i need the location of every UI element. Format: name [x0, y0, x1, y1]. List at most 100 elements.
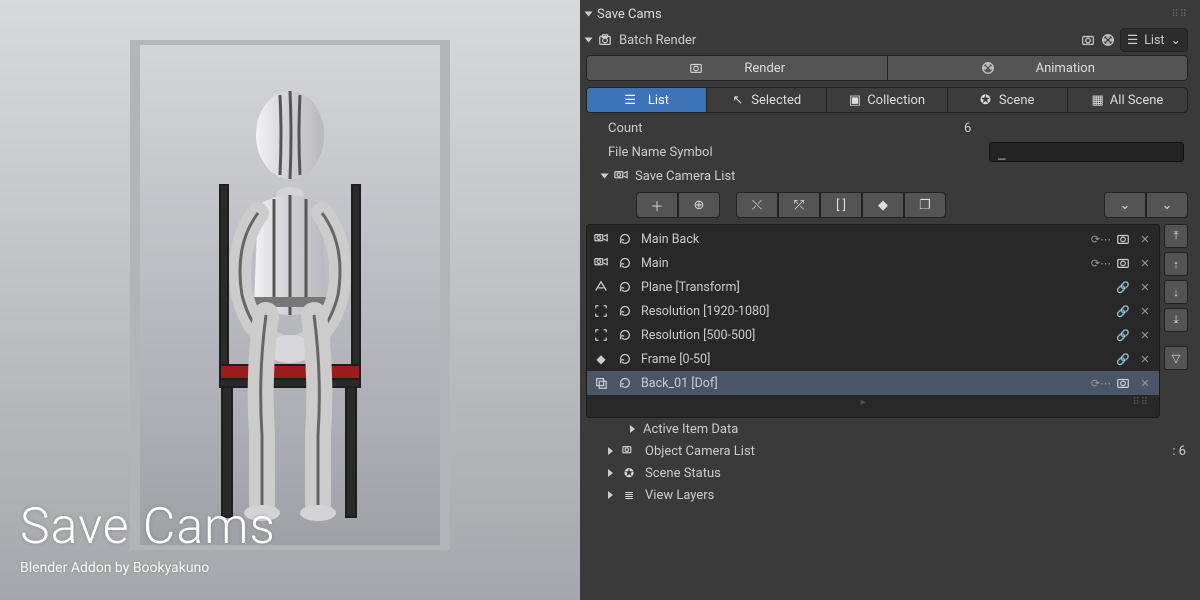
- panel-title: Save Cams: [597, 7, 662, 22]
- disclosure-icon[interactable]: [601, 174, 609, 179]
- active-item-data-section[interactable]: Active Item Data: [580, 418, 1194, 440]
- layers-icon: ≣: [621, 487, 637, 503]
- copy-icon: ❐: [919, 198, 931, 213]
- item-name: Main: [641, 256, 1085, 271]
- scope-selected[interactable]: ↖Selected: [706, 87, 826, 113]
- save-camera-list-label: Save Camera List: [635, 169, 735, 184]
- save-camera-list-header[interactable]: Save Camera List: [580, 164, 1194, 188]
- disclosure-icon[interactable]: [630, 425, 635, 433]
- refresh-icon[interactable]: [617, 303, 633, 319]
- scene-icon: ✪: [621, 465, 637, 481]
- refresh-icon[interactable]: [617, 255, 633, 271]
- grid-icon: ▦: [1092, 93, 1104, 108]
- remove-icon[interactable]: ✕: [1137, 303, 1153, 319]
- link-icon[interactable]: 🔗: [1115, 303, 1131, 319]
- refresh-icon[interactable]: [617, 375, 633, 391]
- axis-icon: ⤱: [794, 198, 804, 213]
- list-item[interactable]: Back_01 [Dof]⟳⋯✕: [587, 371, 1159, 395]
- list-item[interactable]: ◆Frame [0-50]🔗✕: [587, 347, 1159, 371]
- refresh-icon[interactable]: [617, 279, 633, 295]
- chevron-down-icon: ⌄: [1120, 198, 1131, 213]
- shuffle-icon: ⤬: [752, 198, 762, 213]
- render-tab[interactable]: Render: [586, 55, 887, 81]
- disclosure-icon[interactable]: [608, 469, 613, 477]
- list-item[interactable]: Resolution [500-500]🔗✕: [587, 323, 1159, 347]
- move-up-button[interactable]: ↑: [1164, 252, 1188, 276]
- transform-button[interactable]: ⤱: [778, 192, 820, 218]
- keyframe-button[interactable]: ◆: [862, 192, 904, 218]
- plus-icon: ＋: [650, 196, 663, 215]
- scope-list[interactable]: ☰List: [586, 87, 706, 113]
- remove-icon[interactable]: ✕: [1137, 375, 1153, 391]
- refresh-icon[interactable]: [617, 327, 633, 343]
- copy-button[interactable]: ❐: [904, 192, 946, 218]
- item-name: Resolution [1920-1080]: [641, 304, 1107, 319]
- product-subtitle: Blender Addon by Bookyakuno: [20, 560, 276, 576]
- remove-icon[interactable]: ✕: [1137, 231, 1153, 247]
- disclosure-icon[interactable]: [608, 447, 613, 455]
- view-mode-select[interactable]: ☰ List ⌄: [1120, 28, 1188, 52]
- link-icon[interactable]: 🔗: [1115, 327, 1131, 343]
- item-name: Main Back: [641, 232, 1085, 247]
- frame-button[interactable]: [ ]: [820, 192, 862, 218]
- add-button[interactable]: ＋: [636, 192, 678, 218]
- remove-icon[interactable]: ✕: [1137, 351, 1153, 367]
- film-reel-icon: [980, 60, 996, 76]
- object-camera-list-label: Object Camera List: [645, 444, 755, 459]
- drag-grip-icon[interactable]: ⠿⠿: [1171, 9, 1188, 20]
- view-layers-label: View Layers: [645, 488, 714, 503]
- type-icon: [593, 375, 609, 391]
- type-icon: [593, 303, 609, 319]
- camera-icon: [688, 60, 704, 76]
- move-down-button[interactable]: ↓: [1164, 280, 1188, 304]
- move-bottom-button[interactable]: ⤓: [1164, 308, 1188, 332]
- link-icon[interactable]: 🔗: [1115, 279, 1131, 295]
- batch-render-label: Batch Render: [619, 33, 696, 48]
- file-name-symbol-label: File Name Symbol: [608, 145, 808, 160]
- camera-icon[interactable]: [1115, 255, 1131, 271]
- item-name: Frame [0-50]: [641, 352, 1107, 367]
- options-button[interactable]: ⌄: [1104, 192, 1146, 218]
- object-camera-list-section[interactable]: Object Camera List : 6: [580, 440, 1194, 462]
- disclosure-icon[interactable]: [608, 491, 613, 499]
- list-expand-handle[interactable]: ▸⠿⠿: [587, 395, 1159, 405]
- addon-panel: Save Cams ⠿⠿ Batch Render ☰ List ⌄: [580, 0, 1200, 600]
- refresh-icon[interactable]: [617, 351, 633, 367]
- camera-icon[interactable]: [1115, 231, 1131, 247]
- camera-icon[interactable]: [1080, 32, 1096, 48]
- active-item-data-label: Active Item Data: [643, 422, 738, 437]
- count-label: Count: [608, 121, 808, 136]
- filter-button[interactable]: ▽: [1164, 346, 1188, 370]
- list-item[interactable]: Main⟳⋯✕: [587, 251, 1159, 275]
- link-icon[interactable]: 🔗: [1115, 351, 1131, 367]
- camera-icon[interactable]: [1115, 375, 1131, 391]
- panel-header[interactable]: Save Cams ⠿⠿: [580, 2, 1194, 26]
- film-reel-icon[interactable]: [1100, 32, 1116, 48]
- file-name-symbol-input[interactable]: [989, 142, 1184, 162]
- disclosure-icon[interactable]: [585, 12, 593, 17]
- batch-render-header[interactable]: Batch Render ☰ List ⌄: [580, 28, 1194, 52]
- scope-collection[interactable]: ▣Collection: [826, 87, 946, 113]
- scene-status-section[interactable]: ✪ Scene Status: [580, 462, 1194, 484]
- list-item[interactable]: Plane [Transform]🔗✕: [587, 275, 1159, 299]
- scope-all-scene[interactable]: ▦All Scene: [1067, 87, 1188, 113]
- shuffle-button[interactable]: ⤬: [736, 192, 778, 218]
- list-item[interactable]: Resolution [1920-1080] 🔗 ✕: [587, 299, 1159, 323]
- add-current-button[interactable]: ⊕: [678, 192, 720, 218]
- list-item[interactable]: Main Back⟳⋯✕: [587, 227, 1159, 251]
- scope-scene[interactable]: ✪Scene: [947, 87, 1067, 113]
- disclosure-icon[interactable]: [585, 38, 593, 43]
- view-layers-section[interactable]: ≣ View Layers: [580, 484, 1194, 506]
- remove-icon[interactable]: ✕: [1137, 327, 1153, 343]
- remove-icon[interactable]: ✕: [1137, 255, 1153, 271]
- move-top-button[interactable]: ⤒: [1164, 224, 1188, 248]
- animation-tab[interactable]: Animation: [887, 55, 1189, 81]
- type-icon: [593, 279, 609, 295]
- count-value: 6: [964, 121, 1184, 136]
- refresh-icon[interactable]: [617, 231, 633, 247]
- remove-icon[interactable]: ✕: [1137, 279, 1153, 295]
- list-icon: ☰: [624, 93, 636, 108]
- options-2-button[interactable]: ⌄: [1146, 192, 1188, 218]
- camera-list: Main Back⟳⋯✕Main⟳⋯✕Plane [Transform]🔗✕Re…: [586, 224, 1160, 418]
- list-icon: ☰: [1127, 32, 1138, 48]
